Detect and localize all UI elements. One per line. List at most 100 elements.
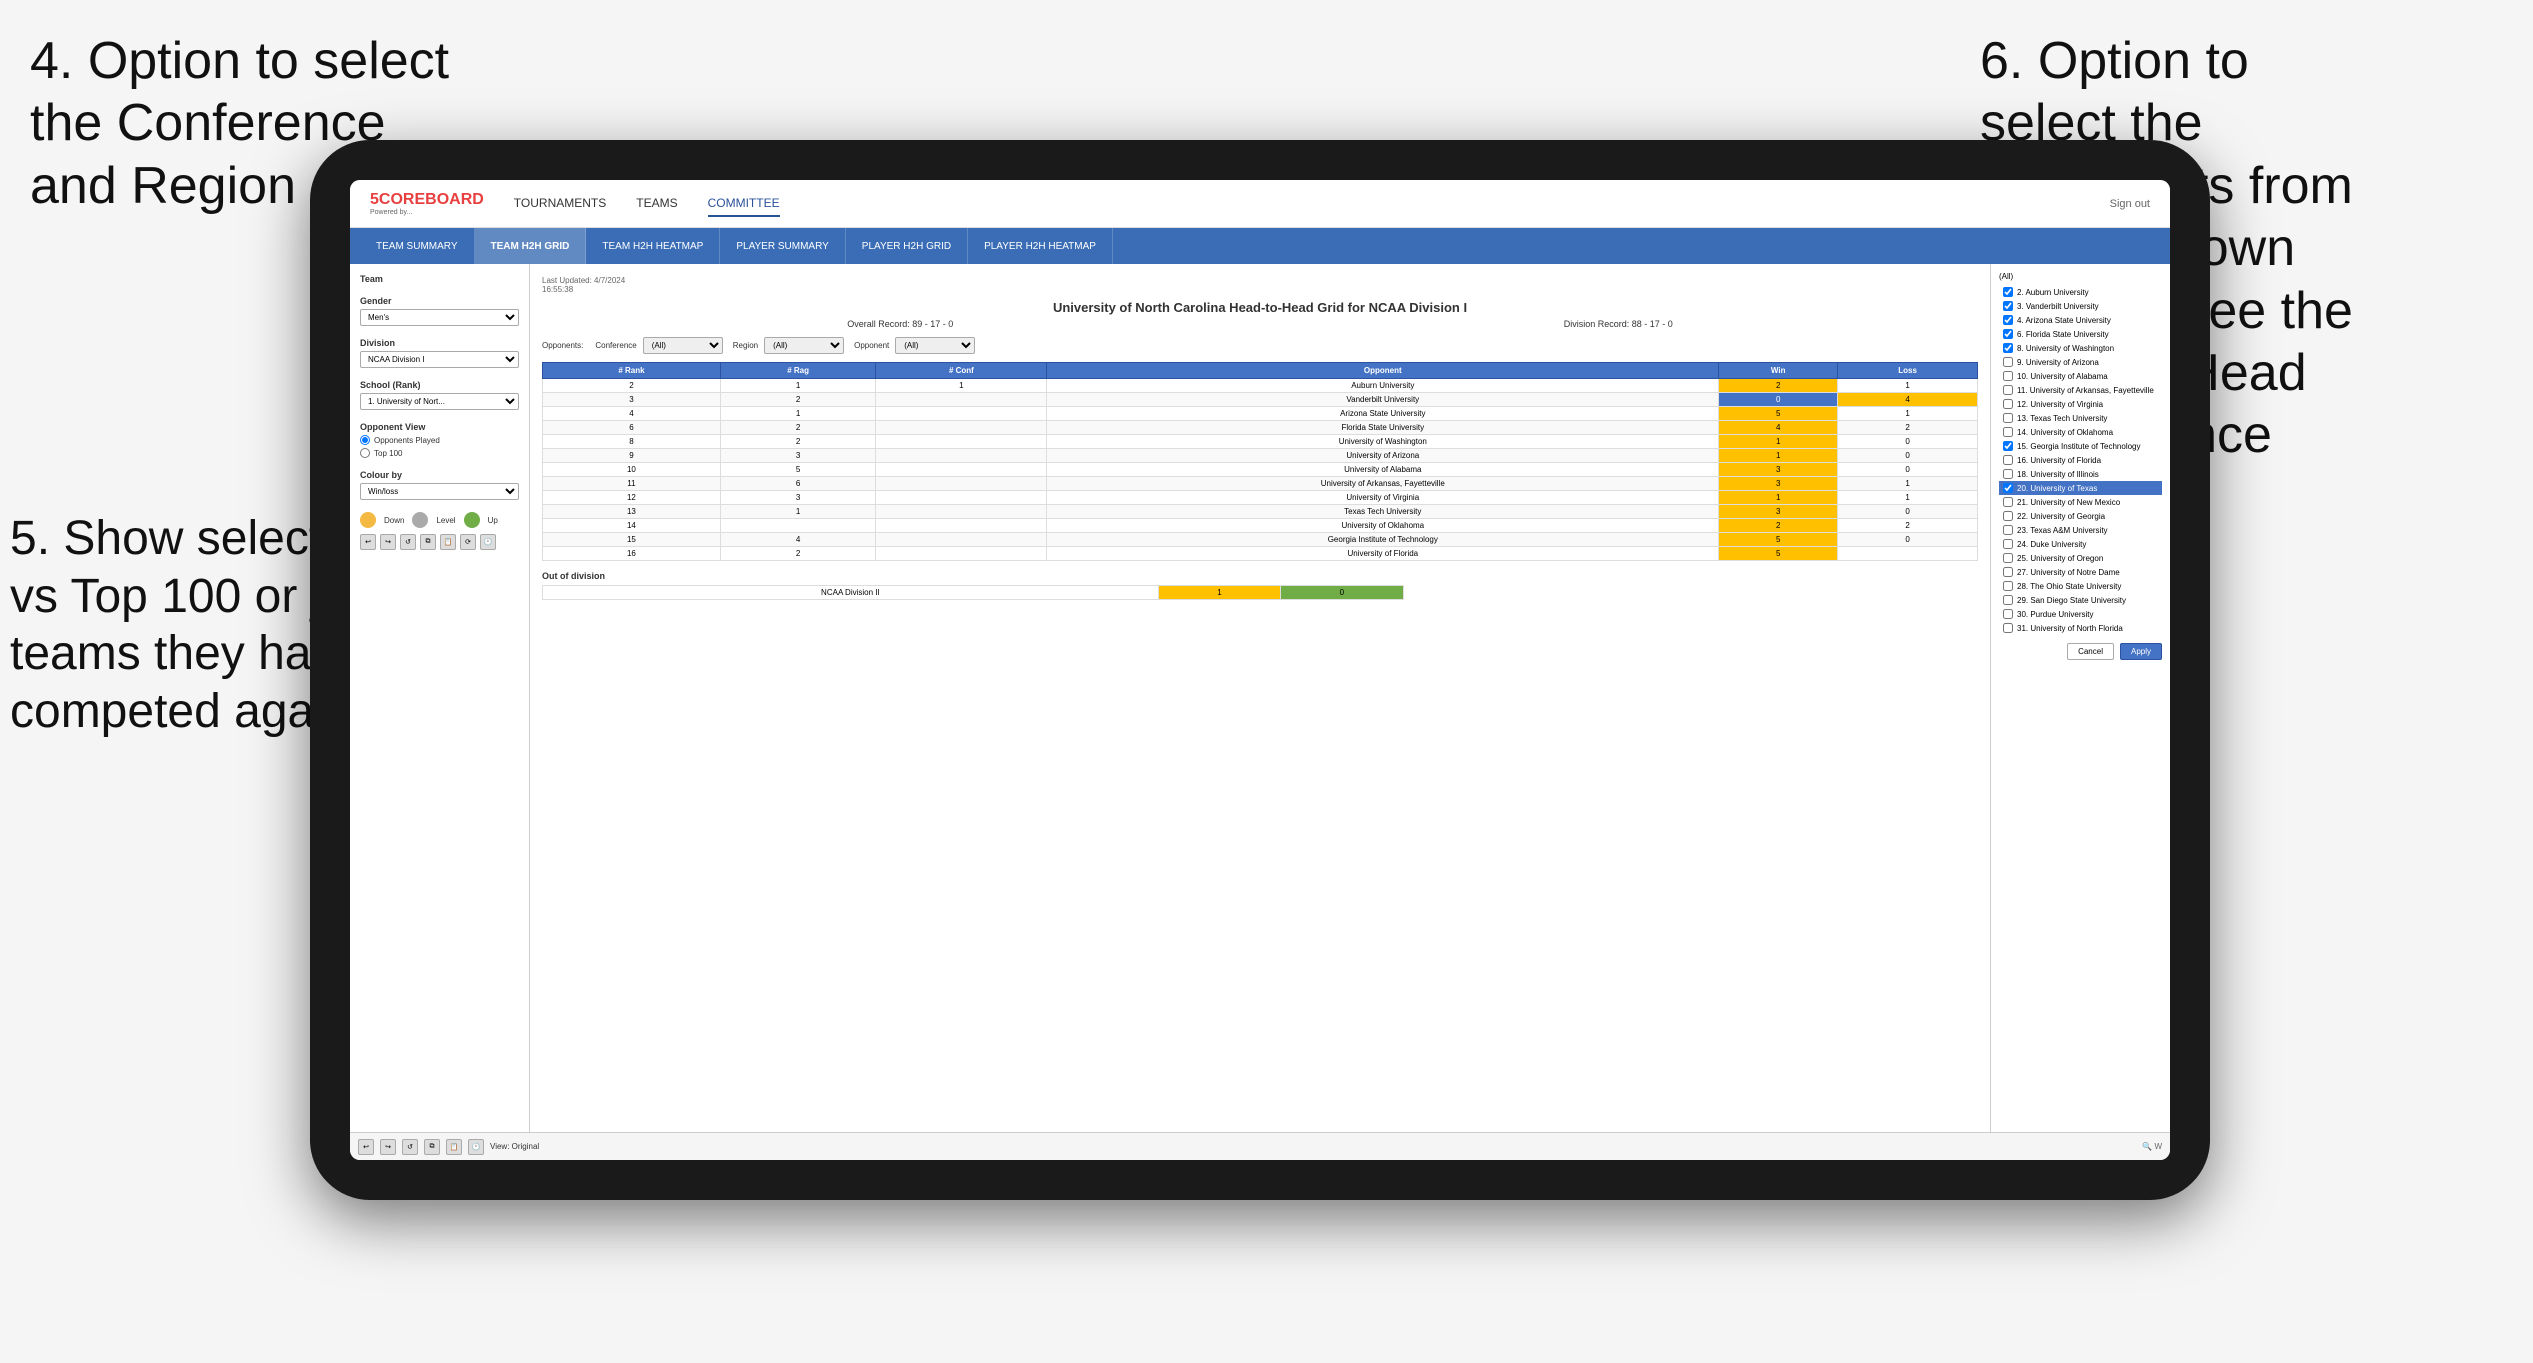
list-item[interactable]: 14. University of Oklahoma bbox=[1999, 425, 2162, 439]
list-item-checkbox[interactable] bbox=[2003, 539, 2013, 549]
copy-button[interactable]: ⧉ bbox=[420, 534, 436, 550]
list-item-checkbox[interactable] bbox=[2003, 455, 2013, 465]
apply-button[interactable]: Apply bbox=[2120, 643, 2162, 660]
h2h-table: # Rank # Rag # Conf Opponent Win Loss 21… bbox=[542, 362, 1978, 561]
cell-loss: 4 bbox=[1838, 393, 1978, 407]
list-item-checkbox[interactable] bbox=[2003, 427, 2013, 437]
cancel-button[interactable]: Cancel bbox=[2067, 643, 2114, 660]
list-item[interactable]: 8. University of Washington bbox=[1999, 341, 2162, 355]
opponent-dropdown-list: 2. Auburn University3. Vanderbilt Univer… bbox=[1999, 285, 2162, 635]
list-item-checkbox[interactable] bbox=[2003, 413, 2013, 423]
list-item-checkbox[interactable] bbox=[2003, 385, 2013, 395]
list-item-checkbox[interactable] bbox=[2003, 497, 2013, 507]
reset-button[interactable]: ↺ bbox=[400, 534, 416, 550]
ncaa-div-ii-loss: 0 bbox=[1281, 586, 1403, 600]
bottom-copy[interactable]: ⧉ bbox=[424, 1139, 440, 1155]
list-item[interactable]: 11. University of Arkansas, Fayetteville bbox=[1999, 383, 2162, 397]
list-item[interactable]: 30. Purdue University bbox=[1999, 607, 2162, 621]
nav-teams[interactable]: TEAMS bbox=[636, 191, 677, 217]
nav-signout[interactable]: Sign out bbox=[2110, 198, 2150, 210]
colour-select[interactable]: Win/loss bbox=[360, 483, 519, 500]
list-item-checkbox[interactable] bbox=[2003, 595, 2013, 605]
cell-loss: 2 bbox=[1838, 421, 1978, 435]
list-item[interactable]: 24. Duke University bbox=[1999, 537, 2162, 551]
list-item-checkbox[interactable] bbox=[2003, 343, 2013, 353]
list-item[interactable]: 15. Georgia Institute of Technology bbox=[1999, 439, 2162, 453]
list-item-checkbox[interactable] bbox=[2003, 315, 2013, 325]
paste-button[interactable]: 📋 bbox=[440, 534, 456, 550]
cell-win: 0 bbox=[1719, 393, 1838, 407]
list-item[interactable]: 29. San Diego State University bbox=[1999, 593, 2162, 607]
list-item-checkbox[interactable] bbox=[2003, 399, 2013, 409]
list-item[interactable]: 3. Vanderbilt University bbox=[1999, 299, 2162, 313]
list-item[interactable]: 2. Auburn University bbox=[1999, 285, 2162, 299]
list-item[interactable]: 28. The Ohio State University bbox=[1999, 579, 2162, 593]
list-item-checkbox[interactable] bbox=[2003, 483, 2013, 493]
gender-select[interactable]: Men's bbox=[360, 309, 519, 326]
undo-button[interactable]: ↩ bbox=[360, 534, 376, 550]
list-item[interactable]: 4. Arizona State University bbox=[1999, 313, 2162, 327]
subnav-player-h2h-grid[interactable]: PLAYER H2H GRID bbox=[846, 228, 968, 264]
list-item[interactable]: 31. University of North Florida bbox=[1999, 621, 2162, 635]
list-item-checkbox[interactable] bbox=[2003, 581, 2013, 591]
list-item[interactable]: 23. Texas A&M University bbox=[1999, 523, 2162, 537]
cell-loss: 1 bbox=[1838, 407, 1978, 421]
cell-rank: 12 bbox=[543, 491, 721, 505]
bottom-undo[interactable]: ↩ bbox=[358, 1139, 374, 1155]
radio-opponents-played[interactable]: Opponents Played bbox=[360, 435, 519, 445]
list-item-checkbox[interactable] bbox=[2003, 609, 2013, 619]
list-item[interactable]: 20. University of Texas bbox=[1999, 481, 2162, 495]
opponent-filter-select[interactable]: (All) bbox=[895, 337, 975, 354]
bottom-paste[interactable]: 📋 bbox=[446, 1139, 462, 1155]
list-item-checkbox[interactable] bbox=[2003, 567, 2013, 577]
cell-rank: 6 bbox=[543, 421, 721, 435]
subnav-team-h2h-grid[interactable]: TEAM H2H GRID bbox=[475, 228, 587, 264]
list-item-checkbox[interactable] bbox=[2003, 623, 2013, 633]
list-item[interactable]: 13. Texas Tech University bbox=[1999, 411, 2162, 425]
school-select[interactable]: 1. University of Nort... bbox=[360, 393, 519, 410]
conference-filter-select[interactable]: (All) bbox=[643, 337, 723, 354]
list-item-checkbox[interactable] bbox=[2003, 301, 2013, 311]
list-item-checkbox[interactable] bbox=[2003, 441, 2013, 451]
list-item-checkbox[interactable] bbox=[2003, 357, 2013, 367]
conference-filter-label: Conference bbox=[595, 341, 636, 350]
list-item-checkbox[interactable] bbox=[2003, 287, 2013, 297]
region-filter-select[interactable]: (All) bbox=[764, 337, 844, 354]
subnav-player-h2h-heatmap[interactable]: PLAYER H2H HEATMAP bbox=[968, 228, 1113, 264]
col-rank: # Rank bbox=[543, 363, 721, 379]
list-item-checkbox[interactable] bbox=[2003, 329, 2013, 339]
list-item[interactable]: 16. University of Florida bbox=[1999, 453, 2162, 467]
radio-top100-input[interactable] bbox=[360, 448, 370, 458]
refresh-button[interactable]: ⟳ bbox=[460, 534, 476, 550]
cell-opponent: University of Arizona bbox=[1047, 449, 1719, 463]
radio-opponents-played-input[interactable] bbox=[360, 435, 370, 445]
list-item-checkbox[interactable] bbox=[2003, 511, 2013, 521]
list-item[interactable]: 10. University of Alabama bbox=[1999, 369, 2162, 383]
list-item[interactable]: 6. Florida State University bbox=[1999, 327, 2162, 341]
list-item-checkbox[interactable] bbox=[2003, 553, 2013, 563]
list-item[interactable]: 21. University of New Mexico bbox=[1999, 495, 2162, 509]
cell-conf bbox=[876, 533, 1047, 547]
nav-committee[interactable]: COMMITTEE bbox=[708, 191, 780, 217]
subnav-player-summary[interactable]: PLAYER SUMMARY bbox=[720, 228, 845, 264]
list-item[interactable]: 27. University of Notre Dame bbox=[1999, 565, 2162, 579]
division-select[interactable]: NCAA Division I bbox=[360, 351, 519, 368]
subnav-team-h2h-heatmap[interactable]: TEAM H2H HEATMAP bbox=[586, 228, 720, 264]
nav-tournaments[interactable]: TOURNAMENTS bbox=[514, 191, 606, 217]
list-item[interactable]: 9. University of Arizona bbox=[1999, 355, 2162, 369]
cell-rag: 5 bbox=[720, 463, 875, 477]
list-item-label: 25. University of Oregon bbox=[2017, 554, 2103, 563]
list-item[interactable]: 22. University of Georgia bbox=[1999, 509, 2162, 523]
list-item-checkbox[interactable] bbox=[2003, 525, 2013, 535]
radio-top100[interactable]: Top 100 bbox=[360, 448, 519, 458]
subnav-team-summary[interactable]: TEAM SUMMARY bbox=[360, 228, 475, 264]
bottom-redo[interactable]: ↪ bbox=[380, 1139, 396, 1155]
list-item-checkbox[interactable] bbox=[2003, 469, 2013, 479]
list-item-checkbox[interactable] bbox=[2003, 371, 2013, 381]
list-item[interactable]: 12. University of Virginia bbox=[1999, 397, 2162, 411]
list-item[interactable]: 25. University of Oregon bbox=[1999, 551, 2162, 565]
redo-button[interactable]: ↪ bbox=[380, 534, 396, 550]
radio-opponents-played-label: Opponents Played bbox=[374, 436, 440, 445]
bottom-reset[interactable]: ↺ bbox=[402, 1139, 418, 1155]
list-item[interactable]: 18. University of Illinois bbox=[1999, 467, 2162, 481]
